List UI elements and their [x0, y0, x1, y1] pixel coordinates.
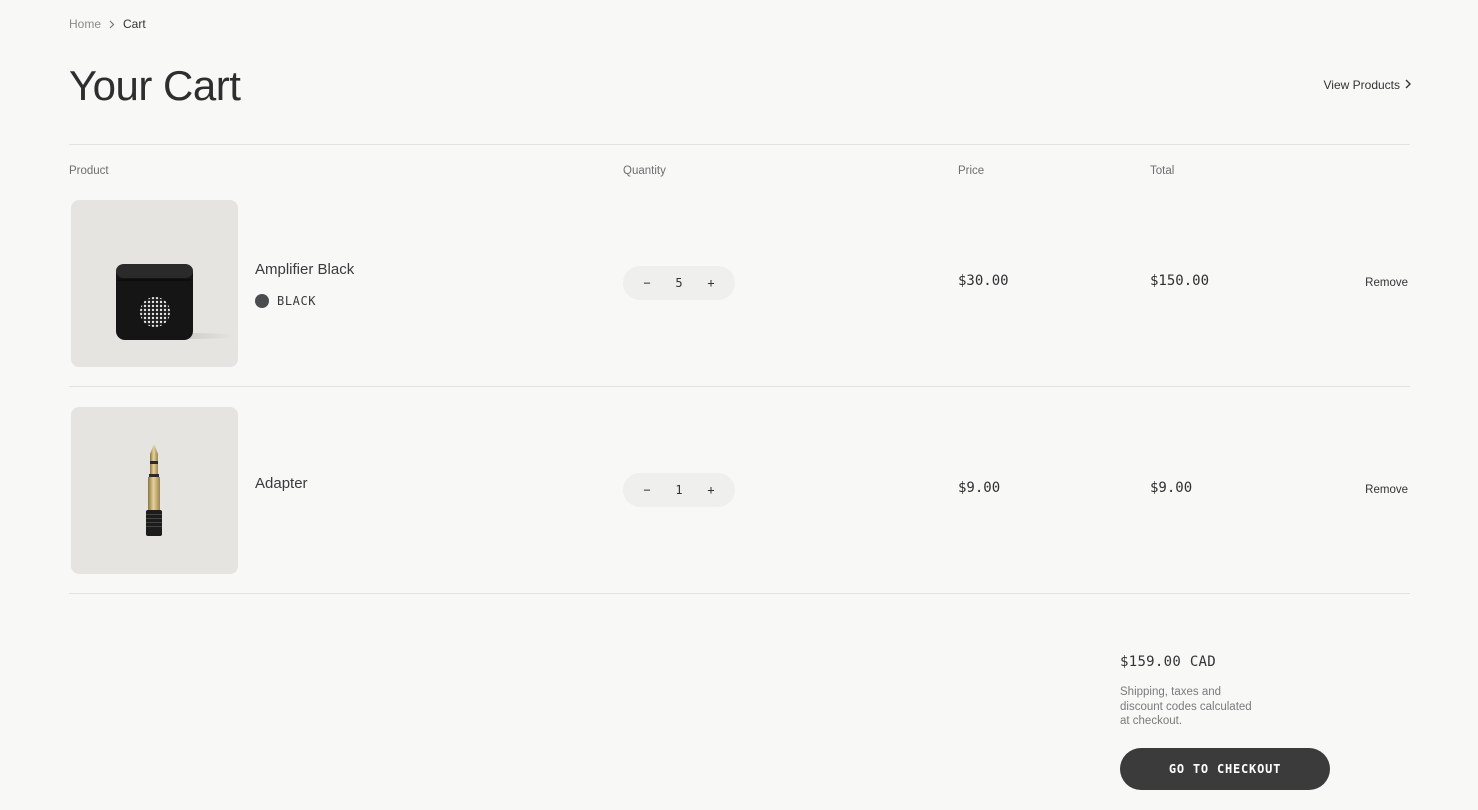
amplifier-image[interactable]	[71, 200, 238, 367]
view-products-label: View Products	[1323, 78, 1400, 92]
divider	[69, 593, 1410, 594]
remove-button[interactable]: Remove	[1365, 277, 1408, 289]
item-price: $9.00	[958, 480, 1001, 496]
breadcrumb-home-link[interactable]: Home	[69, 17, 101, 31]
increment-button[interactable]: +	[705, 483, 717, 497]
cart-item: Amplifier Black BLACK − 5 + $30.00 $150.…	[69, 200, 1410, 407]
cart-item: Adapter − 1 + $9.00 $9.00 Remove	[69, 407, 1410, 614]
page-title: Your Cart	[69, 62, 241, 109]
column-header-quantity: Quantity	[623, 165, 666, 177]
decrement-button[interactable]: −	[641, 483, 653, 497]
view-products-link[interactable]: View Products	[1324, 78, 1411, 92]
variant-label: BLACK	[277, 294, 317, 308]
checkout-button[interactable]: GO TO CHECKOUT	[1120, 748, 1330, 790]
color-swatch	[255, 294, 269, 308]
quantity-stepper: − 1 +	[623, 473, 735, 507]
cart-subtotal: $159.00 CAD	[1120, 654, 1217, 670]
quantity-stepper: − 5 +	[623, 266, 735, 300]
quantity-value[interactable]: 1	[675, 483, 682, 497]
increment-button[interactable]: +	[705, 276, 717, 290]
item-name[interactable]: Amplifier Black	[255, 261, 354, 278]
adapter-image[interactable]	[71, 407, 238, 574]
item-name[interactable]: Adapter	[255, 475, 308, 492]
remove-button[interactable]: Remove	[1365, 484, 1408, 496]
decrement-button[interactable]: −	[641, 276, 653, 290]
chevron-right-icon	[101, 20, 123, 29]
item-total: $9.00	[1150, 480, 1193, 496]
chevron-right-icon	[1405, 78, 1411, 92]
quantity-value[interactable]: 5	[675, 276, 682, 290]
column-header-product: Product	[69, 165, 109, 177]
column-header-total: Total	[1150, 165, 1175, 177]
item-price: $30.00	[958, 273, 1009, 289]
divider	[69, 386, 1410, 387]
item-total: $150.00	[1150, 273, 1210, 289]
breadcrumb-current: Cart	[123, 17, 146, 31]
breadcrumb: Home Cart	[69, 17, 146, 31]
divider	[69, 144, 1410, 145]
checkout-note: Shipping, taxes and discount codes calcu…	[1120, 686, 1252, 727]
column-header-price: Price	[958, 165, 985, 177]
item-variant: BLACK	[255, 294, 316, 308]
